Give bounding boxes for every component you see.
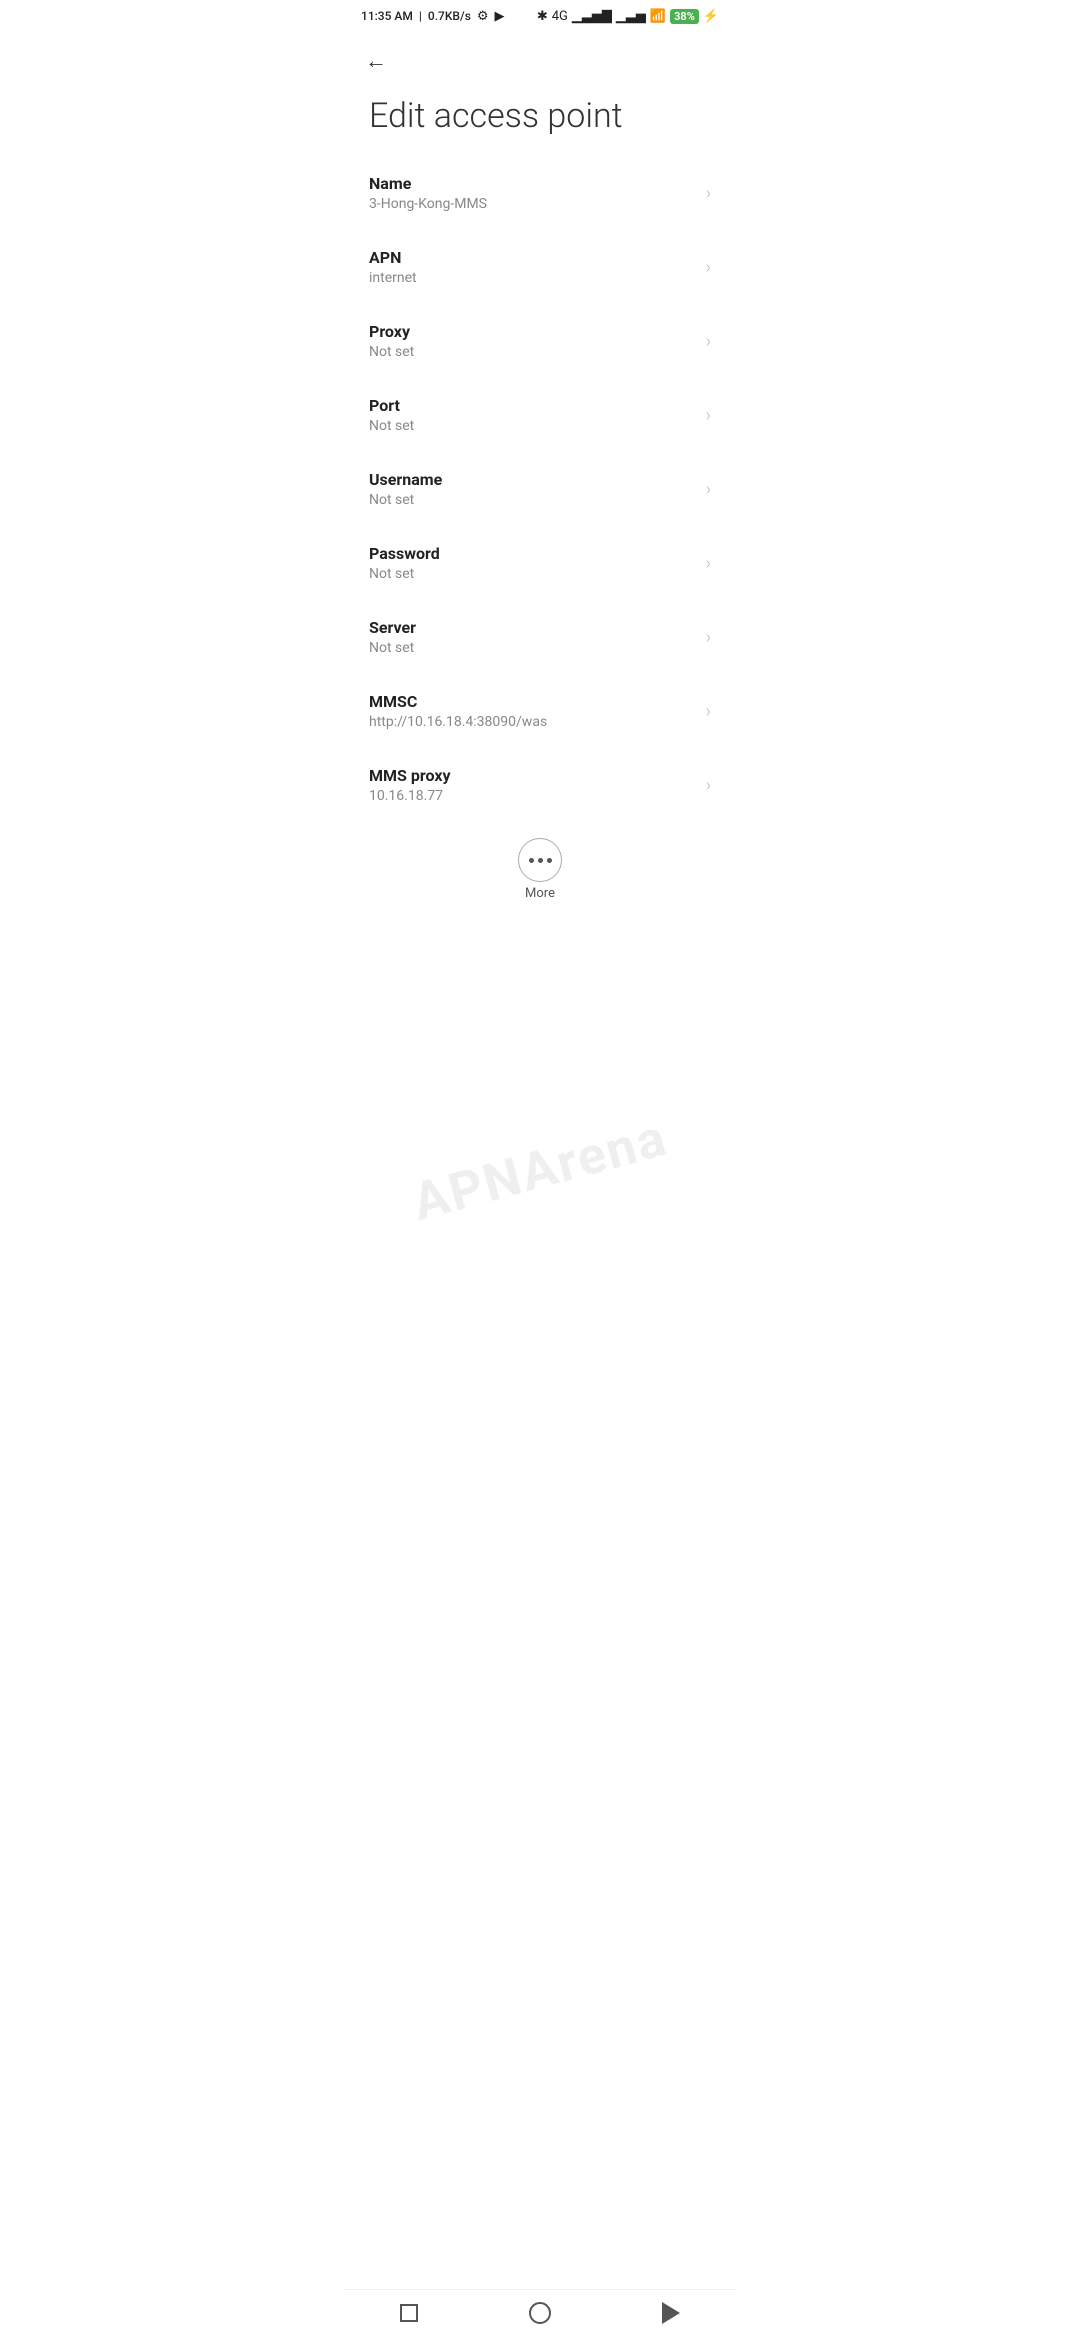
settings-item[interactable]: Name 3-Hong-Kong-MMS ›: [345, 156, 735, 230]
chevron-right-icon: ›: [706, 479, 711, 500]
speed: 0.7KB/s: [428, 9, 471, 23]
back-nav-button[interactable]: [662, 2302, 680, 2324]
settings-item-content-6: Server Not set: [369, 618, 698, 656]
settings-item-label-4: Username: [369, 470, 698, 489]
toolbar: ←: [345, 36, 735, 86]
chevron-right-icon: ›: [706, 183, 711, 204]
settings-item-value-1: internet: [369, 270, 698, 286]
chevron-right-icon: ›: [706, 701, 711, 722]
status-bar: 11:35 AM | 0.7KB/s ⚙ ▶ ✱ 4G ▁▃▅▇ ▁▃▅ 📶 3…: [345, 0, 735, 32]
chevron-right-icon: ›: [706, 553, 711, 574]
charging-icon: ⚡: [703, 9, 719, 24]
settings-item-value-7: http://10.16.18.4:38090/was: [369, 714, 698, 730]
bluetooth-icon: ✱: [537, 9, 548, 24]
settings-icon: ⚙: [477, 9, 489, 24]
nav-bar: [345, 2289, 735, 2340]
wifi-icon: 📶: [650, 9, 666, 24]
status-right: ✱ 4G ▁▃▅▇ ▁▃▅ 📶 38 % ⚡: [537, 9, 719, 24]
chevron-right-icon: ›: [706, 405, 711, 426]
settings-item-content-4: Username Not set: [369, 470, 698, 508]
separator: |: [419, 9, 422, 23]
dot3: [547, 858, 552, 863]
settings-item-value-6: Not set: [369, 640, 698, 656]
page-title: Edit access point: [345, 86, 735, 156]
settings-item-label-5: Password: [369, 544, 698, 563]
settings-item-content-0: Name 3-Hong-Kong-MMS: [369, 174, 698, 212]
recents-icon: [400, 2304, 418, 2322]
signal-bars2-icon: ▁▃▅: [616, 9, 646, 24]
settings-item-value-4: Not set: [369, 492, 698, 508]
settings-item-content-1: APN internet: [369, 248, 698, 286]
signal-bars-icon: ▁▃▅▇: [572, 9, 612, 24]
settings-item-value-8: 10.16.18.77: [369, 788, 698, 804]
settings-item[interactable]: Username Not set ›: [345, 452, 735, 526]
settings-item-content-7: MMSC http://10.16.18.4:38090/was: [369, 692, 698, 730]
back-button[interactable]: ←: [361, 44, 391, 78]
settings-item-label-1: APN: [369, 248, 698, 267]
settings-item-label-8: MMS proxy: [369, 766, 698, 785]
battery-indicator: 38 %: [670, 9, 699, 24]
more-section[interactable]: More: [345, 822, 735, 917]
more-label: More: [525, 886, 555, 901]
time: 11:35 AM: [361, 9, 413, 23]
battery-percent: %: [687, 10, 695, 23]
battery-level: 38: [674, 10, 687, 23]
settings-item-label-6: Server: [369, 618, 698, 637]
chevron-right-icon: ›: [706, 627, 711, 648]
settings-item-label-7: MMSC: [369, 692, 698, 711]
chevron-right-icon: ›: [706, 257, 711, 278]
settings-item-label-3: Port: [369, 396, 698, 415]
content-scroll: Name 3-Hong-Kong-MMS › APN internet › Pr…: [345, 156, 735, 997]
watermark: APNArena: [406, 1107, 673, 1233]
settings-item-content-5: Password Not set: [369, 544, 698, 582]
settings-list: Name 3-Hong-Kong-MMS › APN internet › Pr…: [345, 156, 735, 822]
settings-item[interactable]: MMSC http://10.16.18.4:38090/was ›: [345, 674, 735, 748]
settings-item[interactable]: Port Not set ›: [345, 378, 735, 452]
chevron-right-icon: ›: [706, 331, 711, 352]
video-icon: ▶: [495, 9, 505, 24]
settings-item[interactable]: Server Not set ›: [345, 600, 735, 674]
back-nav-icon: [662, 2302, 680, 2324]
settings-item[interactable]: APN internet ›: [345, 230, 735, 304]
settings-item-value-5: Not set: [369, 566, 698, 582]
settings-item[interactable]: Proxy Not set ›: [345, 304, 735, 378]
settings-item-value-3: Not set: [369, 418, 698, 434]
more-circle-icon: [518, 838, 562, 882]
dot2: [538, 858, 543, 863]
home-button[interactable]: [529, 2302, 551, 2324]
settings-item-label-2: Proxy: [369, 322, 698, 341]
settings-item[interactable]: MMS proxy 10.16.18.77 ›: [345, 748, 735, 822]
signal-4g-icon: 4G: [552, 9, 568, 24]
settings-item[interactable]: Password Not set ›: [345, 526, 735, 600]
status-left: 11:35 AM | 0.7KB/s ⚙ ▶: [361, 9, 505, 24]
back-arrow-icon: ←: [365, 48, 387, 74]
recents-button[interactable]: [400, 2304, 418, 2322]
settings-item-content-3: Port Not set: [369, 396, 698, 434]
settings-item-label-0: Name: [369, 174, 698, 193]
settings-item-content-2: Proxy Not set: [369, 322, 698, 360]
home-icon: [529, 2302, 551, 2324]
settings-item-value-2: Not set: [369, 344, 698, 360]
chevron-right-icon: ›: [706, 775, 711, 796]
settings-item-value-0: 3-Hong-Kong-MMS: [369, 196, 698, 212]
more-dots-icon: [529, 858, 552, 863]
settings-item-content-8: MMS proxy 10.16.18.77: [369, 766, 698, 804]
dot1: [529, 858, 534, 863]
